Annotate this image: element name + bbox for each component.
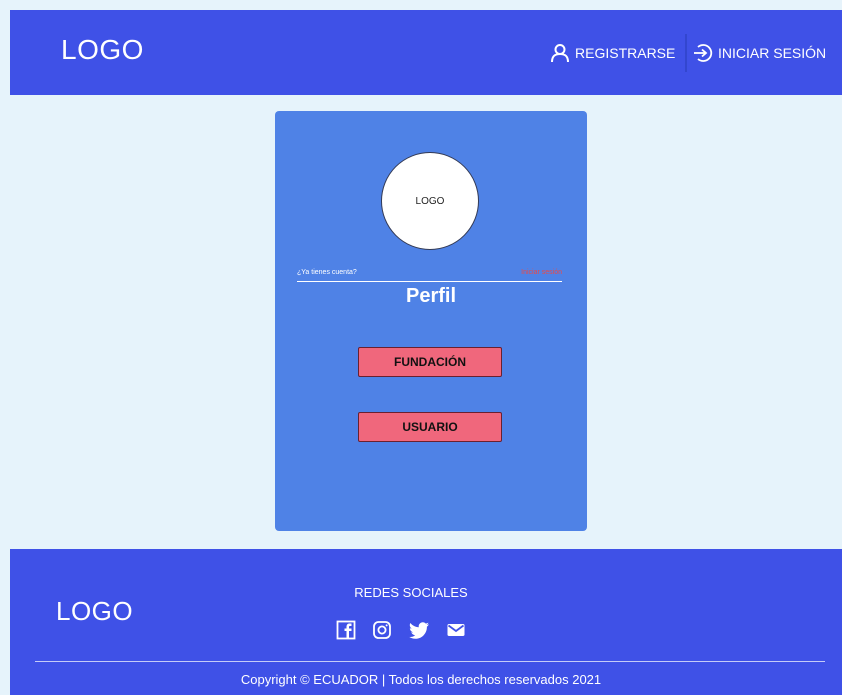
twitter-icon[interactable] bbox=[408, 620, 430, 645]
mail-icon[interactable] bbox=[446, 620, 466, 645]
usuario-button[interactable]: USUARIO bbox=[358, 412, 502, 442]
register-link[interactable]: REGISTRARSE bbox=[550, 42, 675, 64]
header-logo[interactable]: LOGO bbox=[61, 34, 144, 66]
nav-divider bbox=[685, 34, 687, 72]
copyright-text: Copyright © ECUADOR | Todos los derechos… bbox=[240, 672, 602, 687]
header: LOGO REGISTRARSE INICIAR SESIÓN bbox=[10, 10, 842, 95]
card-logo: LOGO bbox=[381, 152, 479, 250]
profile-card: LOGO ¿Ya tienes cuenta? Iniciar sesión P… bbox=[275, 111, 587, 531]
account-row: ¿Ya tienes cuenta? Iniciar sesión bbox=[297, 269, 562, 282]
register-label: REGISTRARSE bbox=[575, 45, 676, 61]
facebook-icon[interactable] bbox=[336, 620, 356, 645]
login-label: INICIAR SESIÓN bbox=[718, 45, 827, 61]
footer-logo[interactable]: LOGO bbox=[56, 596, 133, 627]
user-icon bbox=[550, 43, 570, 63]
login-link[interactable]: INICIAR SESIÓN bbox=[693, 42, 826, 64]
account-question: ¿Ya tienes cuenta? bbox=[297, 269, 357, 276]
instagram-icon[interactable] bbox=[372, 620, 392, 645]
login-icon bbox=[693, 43, 713, 63]
footer-divider bbox=[35, 661, 825, 662]
social-title: REDES SOCIALES bbox=[354, 585, 468, 600]
login-link-inline[interactable]: Iniciar sesión bbox=[521, 269, 562, 276]
social-icons bbox=[336, 620, 466, 645]
fundacion-button[interactable]: FUNDACIÓN bbox=[358, 347, 502, 377]
profile-title: Perfil bbox=[405, 285, 457, 307]
